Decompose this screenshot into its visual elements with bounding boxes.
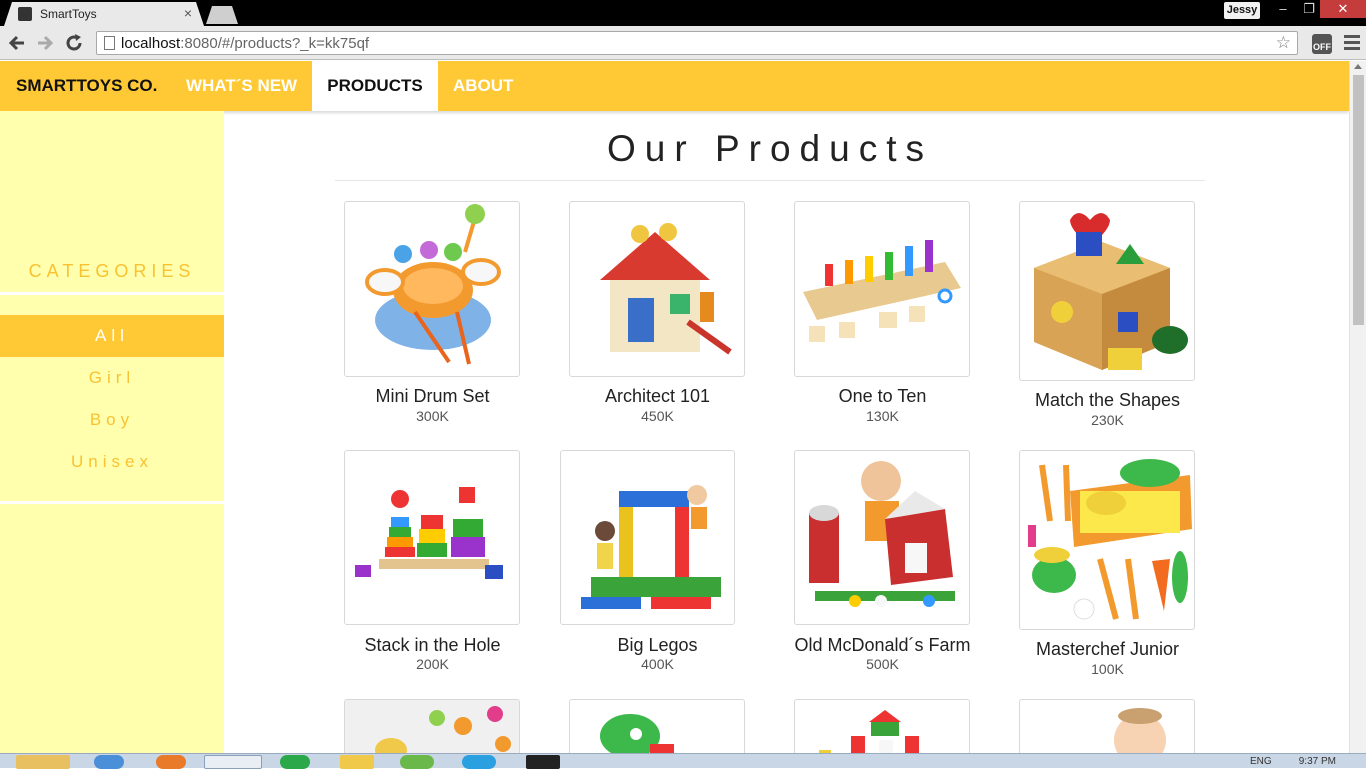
- brand-logo-link[interactable]: SMARTTOYS CO.: [16, 61, 157, 111]
- product-name[interactable]: Masterchef Junior: [995, 639, 1220, 660]
- product-price: 500K: [866, 656, 899, 672]
- product-name[interactable]: One to Ten: [770, 386, 995, 407]
- product-name[interactable]: Match the Shapes: [995, 390, 1220, 411]
- terminal-taskbar-icon[interactable]: [526, 755, 560, 769]
- browser-title-bar: SmartToys × Jessy – ❐ ✕: [0, 0, 1366, 26]
- window-close-button[interactable]: ✕: [1320, 0, 1366, 18]
- skype-taskbar-icon[interactable]: [462, 755, 496, 769]
- close-tab-icon[interactable]: ×: [184, 5, 192, 21]
- bookmark-star-icon[interactable]: ☆: [1276, 33, 1291, 53]
- category-all[interactable]: All: [0, 315, 224, 357]
- profile-user-badge[interactable]: Jessy: [1224, 2, 1260, 19]
- product-name[interactable]: Stack in the Hole: [320, 635, 545, 656]
- spotify-taskbar-icon[interactable]: [280, 755, 310, 769]
- product-name[interactable]: Old McDonald´s Farm: [770, 635, 995, 656]
- product-name[interactable]: Architect 101: [545, 386, 770, 407]
- extension-off-icon[interactable]: OFF: [1312, 34, 1332, 54]
- product-name[interactable]: Big Legos: [545, 635, 770, 656]
- firefox-taskbar-icon[interactable]: [156, 755, 186, 769]
- product-image-match-the-shapes[interactable]: [1019, 201, 1195, 381]
- product-image-partial[interactable]: [344, 699, 520, 759]
- restore-button[interactable]: ❐: [1296, 0, 1322, 18]
- product-price: 400K: [641, 656, 674, 672]
- product-image-masterchef-junior[interactable]: [1019, 450, 1195, 630]
- chrome-taskbar-icon[interactable]: [204, 755, 262, 769]
- divider: [0, 292, 224, 295]
- page-scrollbar[interactable]: [1349, 61, 1366, 753]
- product-name[interactable]: Mini Drum Set: [320, 386, 545, 407]
- tab-title: SmartToys: [40, 7, 97, 21]
- product-image-partial[interactable]: [1019, 699, 1195, 759]
- scroll-up-arrow-icon[interactable]: [1354, 64, 1362, 69]
- product-image-partial[interactable]: [569, 699, 745, 759]
- scrollbar-thumb[interactable]: [1353, 75, 1364, 325]
- product-image-mini-drum-set[interactable]: [344, 201, 520, 377]
- os-taskbar: ENG 9:37 PM: [0, 753, 1366, 769]
- page-icon: [104, 36, 115, 50]
- product-image-stack-in-the-hole[interactable]: [344, 450, 520, 625]
- new-tab-button[interactable]: [206, 6, 238, 24]
- language-indicator[interactable]: ENG: [1250, 756, 1272, 767]
- product-price: 100K: [1091, 661, 1124, 677]
- product-price: 450K: [641, 408, 674, 424]
- product-price: 130K: [866, 408, 899, 424]
- product-image-old-mcdonalds-farm[interactable]: [794, 450, 970, 625]
- url-host: localhost: [121, 35, 181, 52]
- divider: [335, 180, 1205, 181]
- page-title: Our Products: [607, 128, 933, 169]
- app-taskbar-icon[interactable]: [400, 755, 434, 769]
- browser-toolbar: localhost:8080/#/products?_k=kk75qf ☆: [0, 26, 1366, 60]
- ie-taskbar-icon[interactable]: [94, 755, 124, 769]
- clock[interactable]: 9:37 PM: [1299, 756, 1336, 767]
- favicon-icon: [18, 7, 32, 21]
- nav-whats-new[interactable]: WHAT´S NEW: [186, 61, 297, 111]
- back-arrow-icon[interactable]: [6, 32, 28, 54]
- categories-title: CATEGORIES: [28, 261, 196, 281]
- app-taskbar-icon[interactable]: [340, 755, 374, 769]
- product-image-one-to-ten[interactable]: [794, 201, 970, 377]
- address-bar[interactable]: localhost:8080/#/products?_k=kk75qf ☆: [96, 31, 1298, 55]
- product-price: 230K: [1091, 412, 1124, 428]
- divider: [0, 501, 224, 504]
- product-price: 300K: [416, 408, 449, 424]
- forward-arrow-icon[interactable]: [34, 32, 56, 54]
- site-navbar: SMARTTOYS CO. WHAT´S NEW PRODUCTS ABOUT: [0, 61, 1349, 111]
- product-image-big-legos[interactable]: [560, 450, 735, 625]
- categories-sidebar: CATEGORIES All Girl Boy Unisex: [0, 111, 224, 753]
- nav-products[interactable]: PRODUCTS: [312, 61, 438, 111]
- product-image-architect-101[interactable]: [569, 201, 745, 377]
- category-unisex[interactable]: Unisex: [0, 441, 224, 483]
- category-girl[interactable]: Girl: [0, 357, 224, 399]
- browser-tab-smarttoys[interactable]: SmartToys ×: [4, 2, 204, 26]
- product-image-partial[interactable]: [794, 699, 970, 759]
- category-boy[interactable]: Boy: [0, 399, 224, 441]
- explorer-taskbar-icon[interactable]: [16, 755, 70, 769]
- browser-menu-icon[interactable]: [1344, 35, 1360, 53]
- nav-about[interactable]: ABOUT: [453, 61, 513, 111]
- reload-icon[interactable]: [63, 32, 85, 54]
- url-path: :8080/#/products?_k=kk75qf: [180, 35, 370, 52]
- product-price: 200K: [416, 656, 449, 672]
- minimize-button[interactable]: –: [1270, 0, 1296, 18]
